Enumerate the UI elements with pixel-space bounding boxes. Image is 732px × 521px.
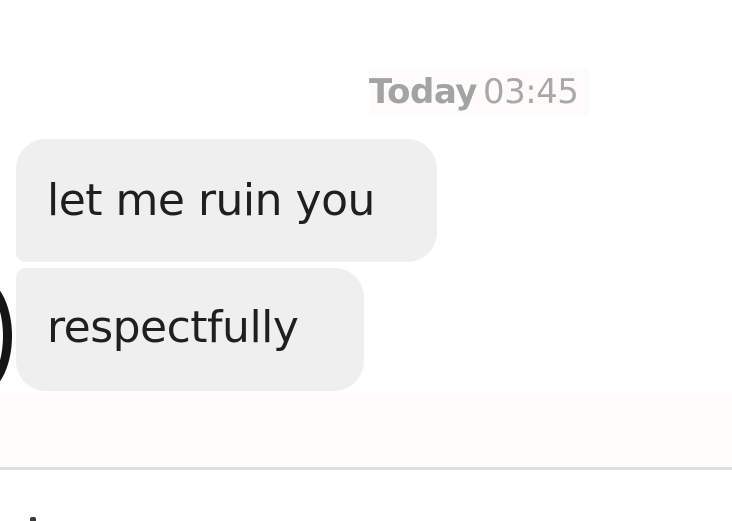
message-text: let me ruin you (47, 175, 375, 226)
timestamp-day: Today (369, 72, 477, 112)
chat-screen: Today 03:45 let me ruin you respectfully (0, 0, 732, 521)
message-timestamp: Today 03:45 (369, 68, 589, 116)
message-text: respectfully (47, 302, 299, 353)
incoming-message-bubble[interactable]: respectfully (16, 268, 364, 391)
composer-edge-glyph (30, 517, 36, 521)
timestamp-time: 03:45 (482, 72, 579, 112)
incoming-message-bubble[interactable]: let me ruin you (16, 139, 437, 262)
contact-avatar[interactable] (0, 278, 12, 394)
composer-divider (0, 467, 732, 470)
message-list-footer (0, 392, 732, 468)
